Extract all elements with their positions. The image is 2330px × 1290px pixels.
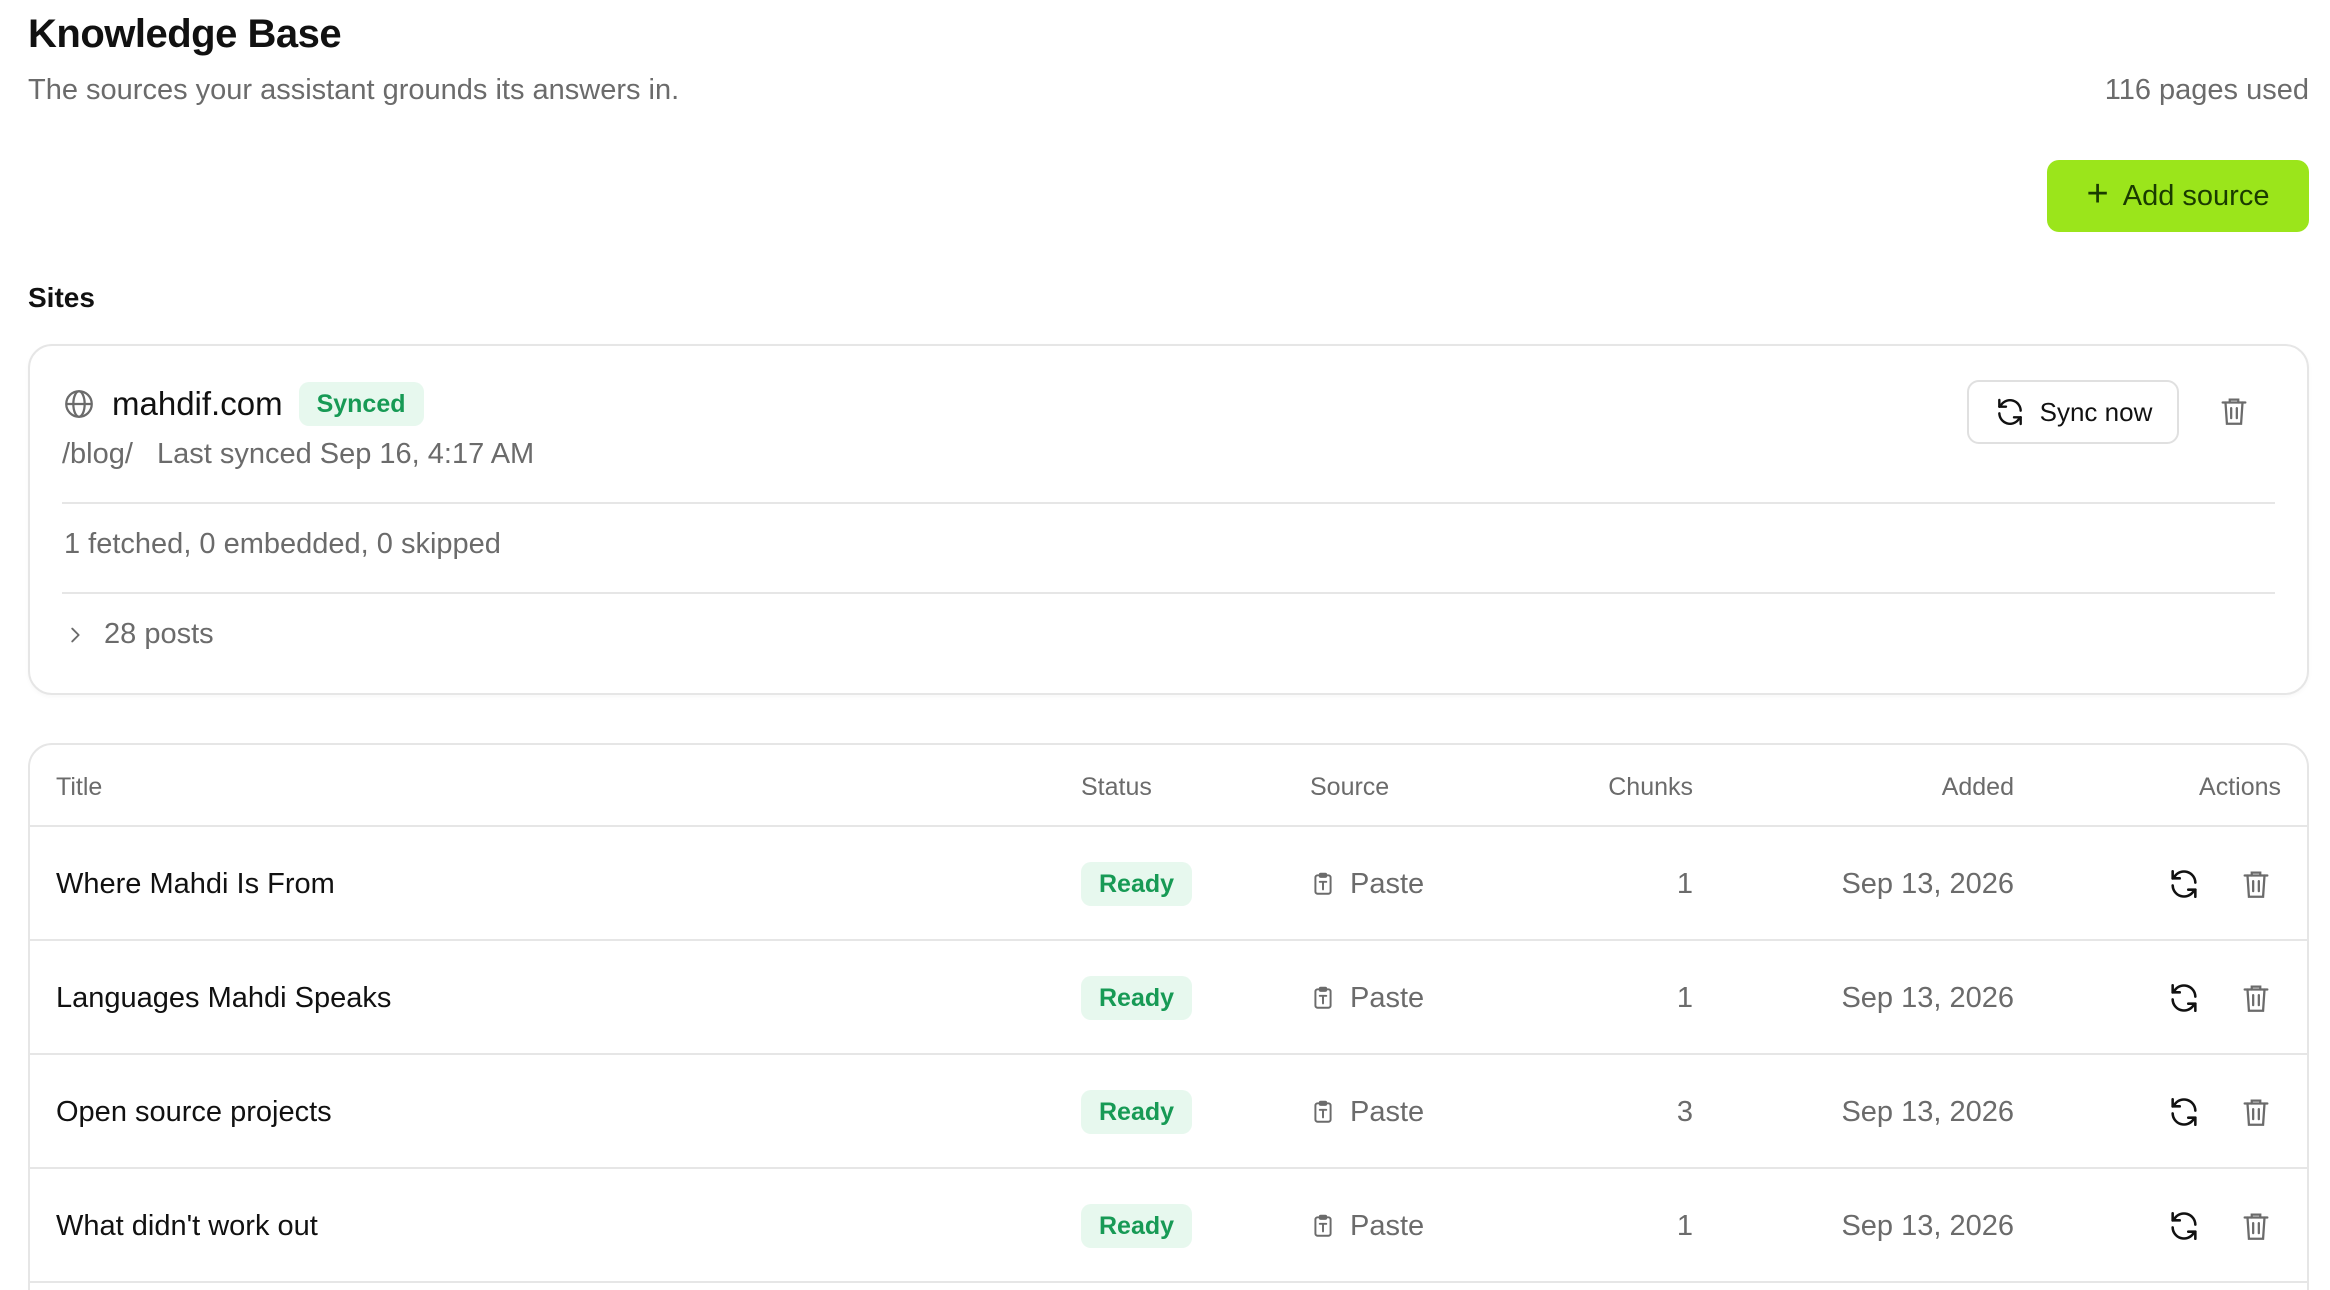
clipboard-icon: [1314, 1100, 1332, 1123]
sync-stats: 1 fetched, 0 embedded, 0 skipped: [64, 528, 501, 560]
row-source-label: Paste: [1350, 867, 1425, 900]
delete-site-icon[interactable]: [2217, 394, 2251, 428]
table-row[interactable]: Open source projects Ready Paste 3 Sep 1…: [30, 1055, 2307, 1169]
row-source: Paste: [1310, 1169, 1424, 1283]
knowledge-base-page: Knowledge Base The sources your assistan…: [0, 0, 2330, 1290]
refresh-icon[interactable]: [2167, 867, 2201, 901]
refresh-icon[interactable]: [2167, 981, 2201, 1015]
row-status: Ready: [1081, 1169, 1193, 1283]
refresh-icon[interactable]: [2167, 1209, 2201, 1243]
add-source-button[interactable]: + Add source: [2047, 160, 2309, 232]
posts-expand-toggle[interactable]: 28 posts: [64, 618, 214, 651]
site-header: mahdif.com Synced: [62, 382, 424, 426]
row-actions: [2167, 941, 2273, 1055]
trash-icon[interactable]: [2239, 867, 2273, 901]
site-card: mahdif.com Synced /blog/ Last synced Sep…: [28, 344, 2309, 695]
refresh-icon[interactable]: [2167, 1095, 2201, 1129]
clipboard-icon: [1314, 1214, 1332, 1237]
row-actions: [2167, 1169, 2273, 1283]
globe-icon: [65, 390, 93, 418]
row-actions: [2167, 827, 2273, 941]
status-badge: Ready: [1081, 976, 1193, 1020]
row-chunks: 1: [1676, 1209, 1693, 1242]
column-header-actions: Actions: [2199, 773, 2281, 801]
row-chunks: 3: [1676, 1095, 1693, 1128]
row-title: Where Mahdi Is From: [56, 867, 335, 900]
trash-icon[interactable]: [2239, 1209, 2273, 1243]
site-name: mahdif.com: [112, 385, 283, 422]
column-header-title[interactable]: Title: [56, 773, 102, 802]
trash-icon[interactable]: [2239, 1095, 2273, 1129]
row-source: Paste: [1310, 1055, 1424, 1169]
sites-section-label: Sites: [28, 282, 95, 313]
divider: [62, 592, 2275, 594]
row-source: Paste: [1310, 941, 1424, 1055]
add-source-label: Add source: [2122, 179, 2270, 212]
table-row[interactable]: What didn't work out Ready Paste 1 Sep 1…: [30, 1169, 2307, 1283]
table-header: Title Status Source Chunks Added Actions: [30, 745, 2307, 827]
refresh-icon: [1997, 398, 2022, 426]
posts-count: 28 posts: [104, 618, 214, 650]
row-status: Ready: [1081, 1055, 1193, 1169]
row-actions: [2167, 1055, 2273, 1169]
plus-icon: +: [2086, 173, 2109, 215]
row-chunks: 1: [1676, 867, 1693, 900]
pages-used-counter: 116 pages used: [2104, 74, 2309, 106]
column-header-added[interactable]: Added: [1942, 773, 2014, 802]
row-added: Sep 13, 2026: [1841, 867, 2014, 900]
site-meta: /blog/ Last synced Sep 16, 4:17 AM: [62, 438, 534, 471]
page-subtitle: The sources your assistant grounds its a…: [28, 74, 680, 106]
row-added: Sep 13, 2026: [1841, 1209, 2014, 1242]
clipboard-icon: [1314, 872, 1332, 895]
sync-now-label: Sync now: [2039, 396, 2153, 427]
row-status: Ready: [1081, 827, 1193, 941]
status-badge: Ready: [1081, 862, 1193, 906]
divider: [62, 502, 2275, 504]
sync-now-button[interactable]: Sync now: [1967, 380, 2179, 444]
row-status: Ready: [1081, 941, 1193, 1055]
column-header-status[interactable]: Status: [1081, 773, 1152, 802]
table-row[interactable]: Where Mahdi Is From Ready Paste 1 Sep 13…: [30, 827, 2307, 941]
column-header-source[interactable]: Source: [1310, 773, 1389, 802]
status-badge: Ready: [1081, 1204, 1193, 1248]
site-path: /blog/: [62, 438, 133, 470]
row-title: What didn't work out: [56, 1209, 318, 1242]
trash-icon[interactable]: [2239, 981, 2273, 1015]
row-added: Sep 13, 2026: [1841, 1095, 2014, 1128]
site-status-badge: Synced: [298, 382, 424, 426]
clipboard-icon: [1314, 986, 1332, 1009]
site-last-synced: Last synced Sep 16, 4:17 AM: [156, 438, 535, 470]
row-source: Paste: [1310, 827, 1424, 941]
column-header-chunks[interactable]: Chunks: [1608, 773, 1693, 802]
page-title: Knowledge Base: [28, 12, 342, 56]
row-source-label: Paste: [1350, 1209, 1425, 1242]
row-title: Open source projects: [56, 1095, 332, 1128]
row-title: Languages Mahdi Speaks: [56, 981, 392, 1014]
status-badge: Ready: [1081, 1090, 1193, 1134]
chevron-right-icon: [71, 627, 80, 642]
table-row[interactable]: Languages Mahdi Speaks Ready Paste 1 Sep…: [30, 941, 2307, 1055]
row-chunks: 1: [1676, 981, 1693, 1014]
row-source-label: Paste: [1350, 1095, 1425, 1128]
row-added: Sep 13, 2026: [1841, 981, 2014, 1014]
documents-table: Title Status Source Chunks Added Actions…: [28, 743, 2309, 1290]
row-source-label: Paste: [1350, 981, 1425, 1014]
